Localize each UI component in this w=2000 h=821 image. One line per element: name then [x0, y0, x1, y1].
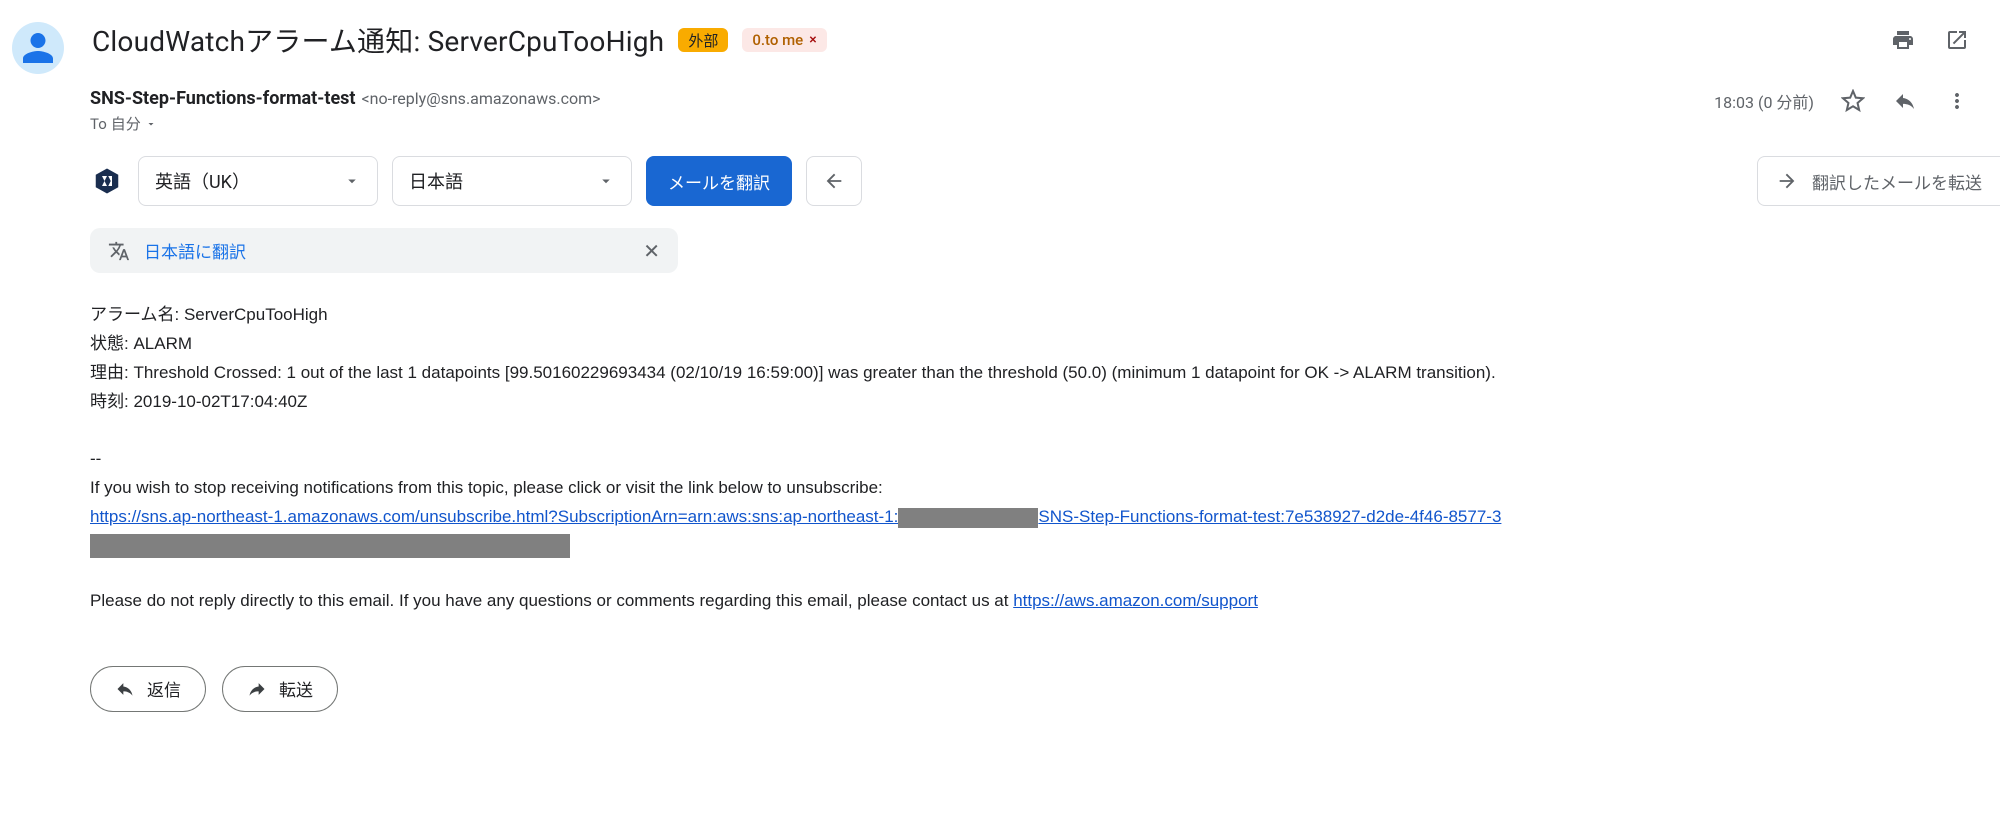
chevron-down-icon [597, 172, 615, 190]
reply-button[interactable]: 返信 [90, 666, 206, 712]
to-value: 自分 [111, 113, 141, 134]
reason-label: 理由: [90, 363, 129, 382]
translate-back-button[interactable] [806, 156, 862, 206]
forward-icon [247, 679, 267, 699]
email-body: アラーム名: ServerCpuTooHigh 状態: ALARM 理由: Th… [90, 301, 1970, 616]
timestamp: 18:03 (0 分前) [1714, 89, 1814, 113]
translate-bar: 英語（UK） 日本語 メールを翻訳 翻訳したメールを転送 [90, 156, 1970, 206]
chevron-down-icon [343, 172, 361, 190]
lang-to-label: 日本語 [409, 168, 463, 194]
chevron-down-icon [145, 118, 157, 130]
redacted-inline [898, 508, 1038, 528]
subject-row: CloudWatchアラーム通知: ServerCpuTooHigh 外部 0.… [92, 20, 1970, 60]
footer-text: Please do not reply directly to this ema… [90, 591, 1013, 610]
alarm-name-value: ServerCpuTooHigh [184, 305, 328, 324]
redacted-block [90, 534, 570, 558]
to-me-badge[interactable]: 0.to me × [742, 28, 826, 52]
open-in-new-icon[interactable] [1944, 27, 1970, 53]
support-link[interactable]: https://aws.amazon.com/support [1013, 591, 1258, 610]
avatar[interactable] [12, 22, 64, 74]
unsubscribe-link-part1[interactable]: https://sns.ap-northeast-1.amazonaws.com… [90, 507, 898, 526]
forward-translated-button[interactable]: 翻訳したメールを転送 [1757, 156, 2000, 206]
alarm-name-label: アラーム名: [90, 305, 179, 324]
more-icon[interactable] [1944, 88, 1970, 114]
email-subject: CloudWatchアラーム通知: ServerCpuTooHigh [92, 20, 664, 60]
reply-button-label: 返信 [147, 676, 181, 701]
lang-from-label: 英語（UK） [155, 168, 250, 194]
unsubscribe-link-part2[interactable]: SNS-Step-Functions-format-test:7e538927-… [1038, 507, 1501, 526]
to-dropdown[interactable]: To 自分 [90, 113, 1710, 134]
reply-icon [115, 679, 135, 699]
forward-button-label: 転送 [279, 676, 313, 701]
external-badge: 外部 [678, 28, 728, 52]
lang-to-select[interactable]: 日本語 [392, 156, 632, 206]
time-label: 時刻: [90, 392, 129, 411]
forward-button[interactable]: 転送 [222, 666, 338, 712]
to-me-badge-label: 0.to me [752, 31, 803, 49]
translate-icon [108, 240, 130, 262]
translate-hex-icon [90, 164, 124, 198]
arrow-left-icon [823, 170, 845, 192]
action-buttons: 返信 転送 [90, 666, 1970, 712]
time-value: 2019-10-02T17:04:40Z [133, 392, 307, 411]
translate-button[interactable]: メールを翻訳 [646, 156, 792, 206]
sender-email: <no-reply@sns.amazonaws.com> [362, 89, 601, 108]
reply-icon[interactable] [1892, 88, 1918, 114]
sender-name: SNS-Step-Functions-format-test [90, 88, 356, 109]
star-icon[interactable] [1840, 88, 1866, 114]
separator: -- [90, 445, 1970, 474]
print-icon[interactable] [1890, 27, 1916, 53]
translate-chip: 日本語に翻訳 ✕ [90, 228, 678, 273]
unsub-intro: If you wish to stop receiving notificati… [90, 474, 1970, 503]
translate-chip-close-icon[interactable]: ✕ [643, 239, 660, 263]
state-value: ALARM [133, 334, 192, 353]
reason-value: Threshold Crossed: 1 out of the last 1 d… [133, 363, 1495, 382]
state-label: 状態: [90, 334, 129, 353]
sender-meta-row: SNS-Step-Functions-format-test <no-reply… [90, 88, 1970, 134]
arrow-right-icon [1776, 170, 1798, 192]
to-me-badge-remove-icon[interactable]: × [809, 32, 816, 48]
translate-chip-label[interactable]: 日本語に翻訳 [144, 238, 246, 263]
lang-from-select[interactable]: 英語（UK） [138, 156, 378, 206]
forward-translated-label: 翻訳したメールを転送 [1812, 169, 1982, 194]
to-prefix: To [90, 115, 107, 133]
